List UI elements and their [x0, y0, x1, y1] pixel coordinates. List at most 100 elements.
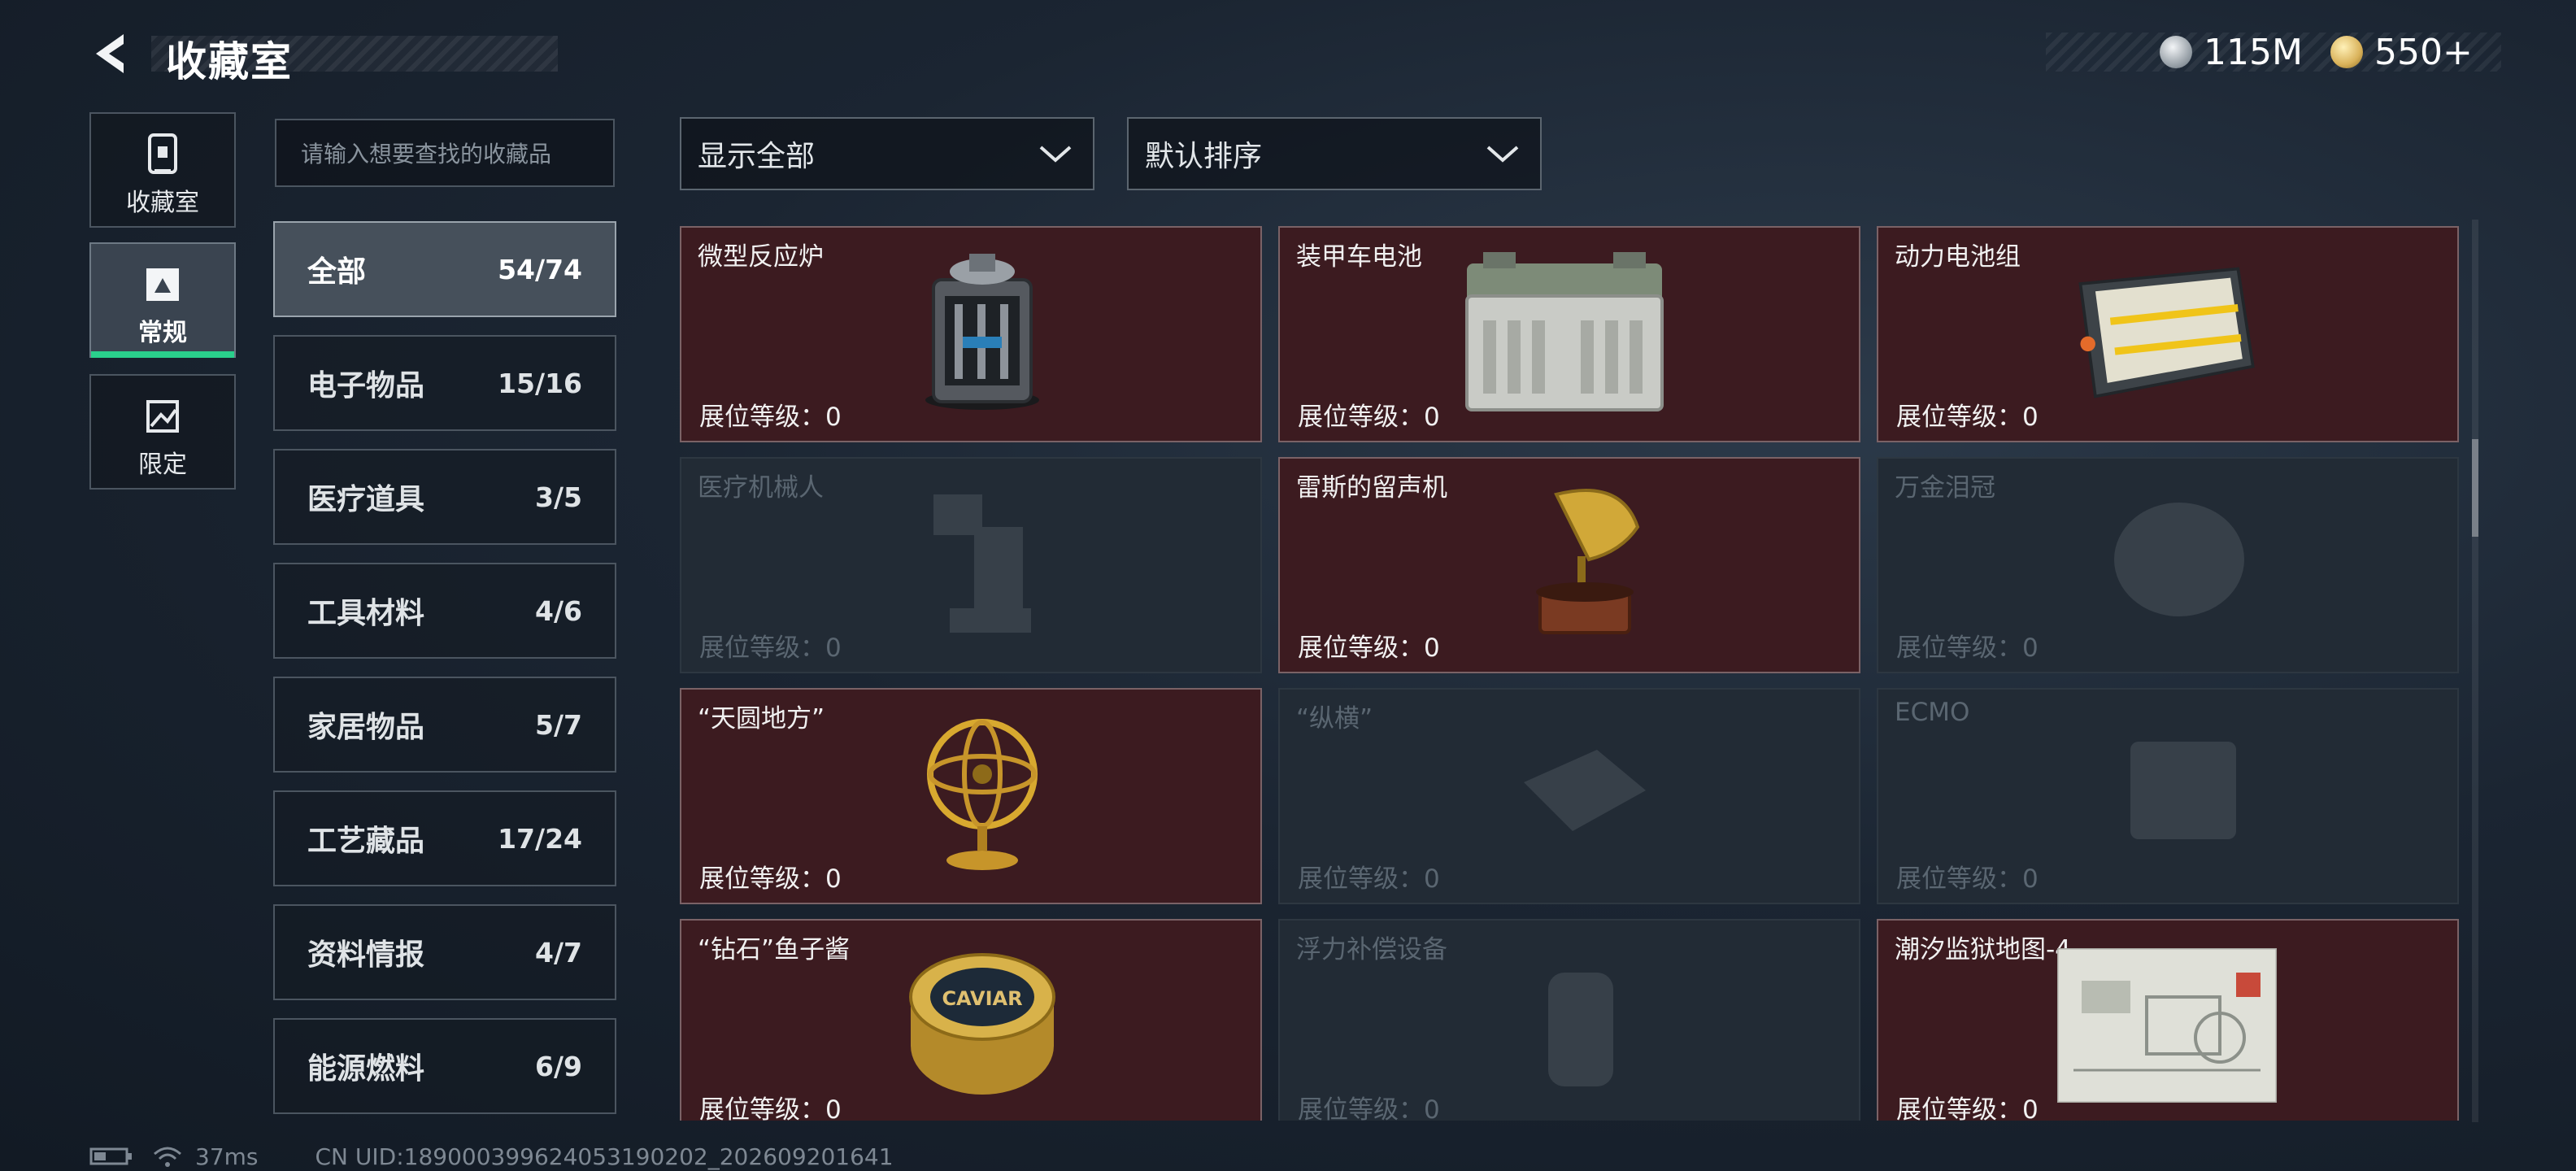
item-card[interactable]: “钻石”鱼子酱 CAVIAR 展位等级：0 — [680, 919, 1262, 1121]
item-name: 动力电池组 — [1895, 242, 2021, 272]
category-name: 全部 — [307, 255, 367, 289]
wifi-icon — [154, 1147, 181, 1167]
limited-icon — [91, 394, 234, 439]
category-name: 资料情报 — [307, 938, 425, 972]
category-intel[interactable]: 资料情报 4/7 — [273, 904, 616, 1000]
category-all[interactable]: 全部 54/74 — [273, 221, 616, 317]
regular-icon — [91, 262, 234, 307]
category-fuel[interactable]: 能源燃料 6/9 — [273, 1018, 616, 1114]
category-name: 工艺藏品 — [307, 825, 425, 858]
power-battery-pack-icon — [2078, 267, 2255, 398]
item-level: 展位等级：0 — [699, 403, 842, 432]
item-level: 展位等级：0 — [1298, 633, 1440, 663]
currency-gold-value: 550+ — [2374, 31, 2473, 73]
item-level: 展位等级：0 — [699, 1095, 842, 1121]
rail-label: 收藏室 — [126, 189, 199, 217]
caviar-tin-icon: CAVIAR — [909, 953, 1055, 1095]
buoyancy-device-icon — [1548, 973, 1613, 1086]
item-level: 展位等级：0 — [1896, 633, 2039, 663]
rail-limited[interactable]: 限定 — [89, 374, 236, 490]
item-name: “天圆地方” — [698, 704, 825, 734]
item-level: 展位等级：0 — [1896, 1095, 2039, 1121]
item-name: 浮力补偿设备 — [1296, 935, 1447, 964]
collection-room-icon — [91, 132, 234, 177]
currency-bar: 115M 550+ — [2046, 31, 2501, 73]
filter-value: 显示全部 — [698, 140, 816, 173]
category-count: 4/6 — [535, 594, 582, 627]
item-level: 展位等级：0 — [699, 864, 842, 894]
rail-label: 限定 — [138, 451, 187, 479]
item-card[interactable]: 装甲车电池 展位等级：0 — [1278, 226, 1860, 442]
item-level: 展位等级：0 — [1896, 403, 2039, 432]
item-card[interactable]: 医疗机械人 展位等级：0 — [680, 457, 1262, 673]
category-count: 4/7 — [535, 936, 582, 969]
silver-coin-icon — [2160, 36, 2192, 68]
scroll-thumb[interactable] — [2472, 439, 2478, 537]
category-medical[interactable]: 医疗道具 3/5 — [273, 449, 616, 545]
collection-grid: 微型反应炉 展位等级：0 装甲车电池 展位等级：0 动力电池组 展位等级：0 医… — [680, 226, 2461, 1121]
item-name: 潮汐监狱地图-4 — [1895, 935, 2071, 964]
item-level: 展位等级：0 — [699, 633, 842, 663]
item-name: 微型反应炉 — [698, 242, 824, 272]
item-name: “纵横” — [1296, 704, 1373, 734]
sort-value: 默认排序 — [1145, 140, 1263, 173]
caviar-label: CAVIAR — [942, 987, 1022, 1010]
item-card[interactable]: 雷斯的留声机 展位等级：0 — [1278, 457, 1860, 673]
active-indicator — [91, 351, 234, 358]
item-name: 雷斯的留声机 — [1296, 473, 1447, 503]
item-level: 展位等级：0 — [1896, 864, 2039, 894]
item-card[interactable]: 动力电池组 展位等级：0 — [1877, 226, 2459, 442]
item-name: ECMO — [1895, 698, 1970, 727]
category-name: 能源燃料 — [307, 1052, 425, 1086]
item-name: 万金泪冠 — [1895, 473, 1995, 503]
currency-silver[interactable]: 115M — [2160, 31, 2303, 73]
category-count: 6/9 — [535, 1050, 582, 1082]
category-name: 工具材料 — [307, 597, 425, 630]
category-electronics[interactable]: 电子物品 15/16 — [273, 335, 616, 431]
prison-map-icon — [2057, 948, 2277, 1103]
medical-robot-icon — [933, 494, 1031, 633]
filter-dropdown[interactable]: 显示全部 — [680, 117, 1094, 190]
item-card[interactable]: 微型反应炉 展位等级：0 — [680, 226, 1262, 442]
currency-gold[interactable]: 550+ — [2330, 31, 2473, 73]
status-bar: 37ms CN UID:189000399624053190202_202609… — [89, 1142, 894, 1171]
item-level: 展位等级：0 — [1298, 1095, 1440, 1121]
item-card[interactable]: “天圆地方” 展位等级：0 — [680, 688, 1262, 904]
sort-dropdown[interactable]: 默认排序 — [1127, 117, 1542, 190]
ecmo-machine-icon — [2130, 742, 2236, 839]
category-count: 17/24 — [498, 822, 582, 855]
search-input[interactable]: 请输入想要查找的收藏品 — [275, 119, 615, 187]
category-household[interactable]: 家居物品 5/7 — [273, 677, 616, 773]
category-name: 医疗道具 — [307, 483, 425, 516]
item-card[interactable]: ECMO 展位等级：0 — [1877, 688, 2459, 904]
category-count: 54/74 — [498, 253, 582, 285]
item-card[interactable]: 浮力补偿设备 展位等级：0 — [1278, 919, 1860, 1121]
item-name: 装甲车电池 — [1296, 242, 1422, 272]
category-count: 15/16 — [498, 367, 582, 399]
item-name: 医疗机械人 — [698, 473, 824, 503]
item-card[interactable]: 万金泪冠 展位等级：0 — [1877, 457, 2459, 673]
item-level: 展位等级：0 — [1298, 864, 1440, 894]
gramophone-icon — [1536, 489, 1640, 634]
armored-battery-icon — [1465, 252, 1664, 411]
armillary-sphere-icon — [927, 719, 1038, 870]
back-button[interactable] — [88, 29, 137, 78]
chevron-down-icon — [1039, 146, 1072, 163]
micro-reactor-icon — [925, 254, 1039, 410]
category-count: 3/5 — [535, 481, 582, 513]
item-level: 展位等级：0 — [1298, 403, 1440, 432]
item-name: “钻石”鱼子酱 — [698, 935, 851, 964]
item-card[interactable]: 潮汐监狱地图-4 展位等级：0 — [1877, 919, 2459, 1121]
scrollbar[interactable] — [2472, 220, 2478, 1122]
category-tools[interactable]: 工具材料 4/6 — [273, 563, 616, 659]
gold-coin-icon — [2330, 36, 2363, 68]
rail-collection-room[interactable]: 收藏室 — [89, 112, 236, 228]
page-title: 收藏室 — [166, 38, 293, 85]
ping-value: 37ms — [195, 1143, 259, 1170]
rail-regular[interactable]: 常规 — [89, 242, 236, 358]
currency-silver-value: 115M — [2204, 31, 2303, 73]
category-crafts[interactable]: 工艺藏品 17/24 — [273, 790, 616, 886]
category-name: 家居物品 — [307, 711, 425, 744]
item-card[interactable]: “纵横” 展位等级：0 — [1278, 688, 1860, 904]
crown-icon — [2114, 503, 2244, 616]
